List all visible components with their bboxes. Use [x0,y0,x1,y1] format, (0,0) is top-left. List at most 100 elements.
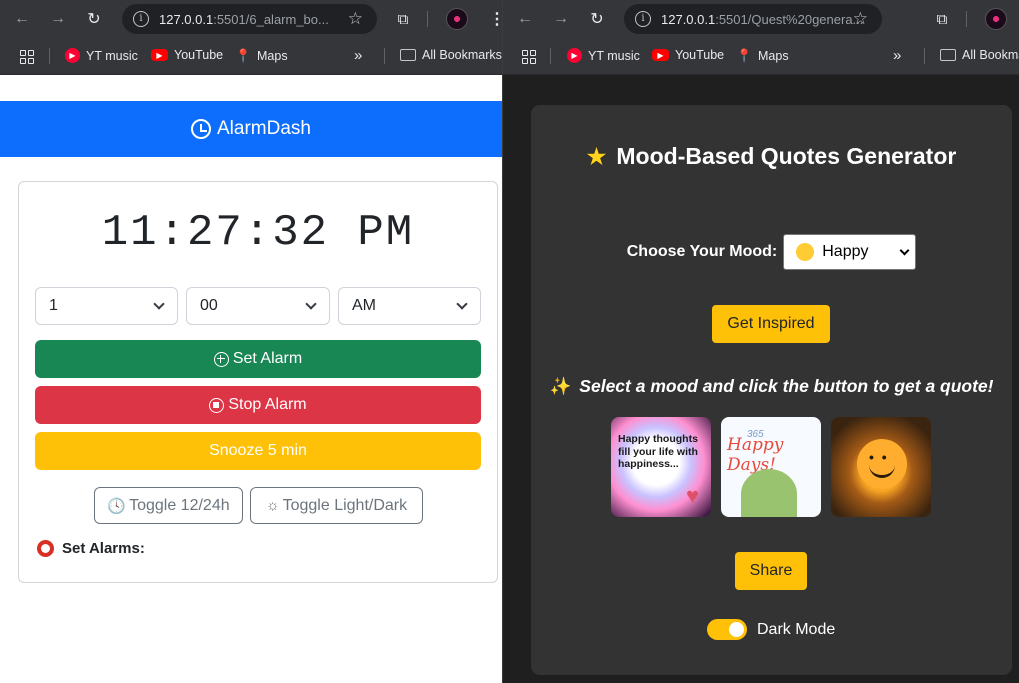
browser-toolbar: ← → ↻ i 127.0.0.1 :5501/6_alarm_bo... ☆ … [0,0,502,38]
profile-avatar[interactable] [985,8,1007,30]
youtube-icon: ▶ [652,49,669,61]
apps-grid-icon[interactable] [20,50,34,64]
chevron-down-icon [899,245,910,256]
back-icon[interactable]: ← [513,7,537,31]
site-info-icon[interactable]: i [133,11,149,27]
profile-avatar[interactable] [446,8,468,30]
site-info-icon[interactable]: i [635,11,651,27]
address-bar[interactable]: i 127.0.0.1 :5501/Quest%20genera... ☆ [624,4,882,34]
bookmark-all-bookmarks[interactable]: All Bookmarks [400,48,502,62]
quotes-card: ★ Mood-Based Quotes Generator Choose You… [531,105,1012,675]
dark-mode-row: Dark Mode [707,619,835,640]
set-alarms-label: Set Alarms: [62,540,145,557]
alarm-card: 11:27:32 PM 1 00 AM Set Alarm Stop Alarm [18,181,498,583]
bookmark-label: Maps [257,48,288,63]
page-title-text: Mood-Based Quotes Generator [616,143,957,169]
url-path: :5501/Quest%20genera... [715,11,864,27]
bookmark-yt-music[interactable]: ▶ YT music [65,48,138,63]
snooze-button[interactable]: Snooze 5 min [35,432,481,470]
bookmarks-divider [384,48,385,64]
yt-music-icon: ▶ [65,48,80,63]
ampm-select-value: AM [352,297,376,314]
address-bar[interactable]: i 127.0.0.1 :5501/6_alarm_bo... ☆ [122,4,377,34]
apps-grid-icon[interactable] [522,50,536,64]
set-alarm-button[interactable]: Set Alarm [35,340,481,378]
bookmark-label: All Bookmarks [422,48,502,62]
mood-label: Choose Your Mood: [626,243,778,260]
share-button[interactable]: Share [735,552,807,590]
quote-hint-text: Select a mood and click the button to ge… [579,376,994,396]
minute-select-value: 00 [200,297,218,314]
toolbar-divider [966,11,967,27]
heart-icon: ♥ [685,483,699,508]
mood-image-smiley-ball[interactable] [831,417,931,517]
toggle-12-24-button[interactable]: 🕓 Toggle 12/24h [94,487,243,524]
set-alarms-heading: Set Alarms: [37,540,145,557]
bookmark-star-icon[interactable]: ☆ [853,9,868,29]
mood-row: Choose Your Mood: Happy [531,234,1012,270]
bookmark-star-icon[interactable]: ☆ [348,9,363,29]
hour-select[interactable]: 1 [35,287,178,325]
mood-select[interactable]: Happy [783,234,917,270]
right-browser-window: ← → ↻ i 127.0.0.1 :5501/Quest%20genera..… [503,0,1019,683]
mood-image-happy-days[interactable]: 365 Happy Days! [721,417,821,517]
back-icon[interactable]: ← [10,7,34,31]
clock-display: 11:27:32 PM [101,208,415,258]
folder-icon [400,49,416,61]
bookmark-yt-music[interactable]: ▶ YT music [567,48,640,63]
bookmark-all-bookmarks[interactable]: All Bookmarks [940,48,1019,62]
url-path: :5501/6_alarm_bo... [213,11,329,27]
smiley-face-illustration [857,439,907,489]
navbar: AlarmDash [0,101,502,157]
dark-mode-toggle[interactable] [707,619,747,640]
reload-icon[interactable]: ↻ [82,7,106,31]
mood-image-happy-thoughts[interactable]: Happy thoughts fill your life with happi… [611,417,711,517]
brand-title[interactable]: AlarmDash [217,118,311,140]
extensions-icon[interactable]: ⧉ [393,9,413,29]
extensions-icon[interactable]: ⧉ [932,9,952,29]
chevron-down-icon [456,298,468,310]
forward-icon[interactable]: → [549,7,573,31]
image-caption: Happy thoughts fill your life with happi… [618,433,698,470]
smiley-icon [796,243,815,261]
ampm-select[interactable]: AM [338,287,481,325]
youtube-icon: ▶ [151,49,168,61]
bookmark-label: YouTube [174,48,224,62]
bookmarks-bar: ▶ YT music ▶ YouTube 📍 Maps » All Bookmarks [503,38,1019,75]
left-browser-window: ← → ↻ i 127.0.0.1 :5501/6_alarm_bo... ☆ … [0,0,502,683]
menu-kebab-icon[interactable]: ⋮ [489,9,502,29]
snooze-label: Snooze 5 min [209,442,307,459]
bookmark-maps[interactable]: 📍 Maps [736,48,788,63]
page-title: ★ Mood-Based Quotes Generator [531,143,1012,170]
bookmark-maps[interactable]: 📍 Maps [235,47,288,63]
star-icon: ★ [586,143,607,169]
get-inspired-label: Get Inspired [727,315,815,332]
toggle-format-label: Toggle 12/24h [129,496,230,514]
alarm-clock-icon [37,540,54,557]
bookmarks-bar: ▶ YT music ▶ YouTube 📍 Maps » All Bookmarks [0,38,502,75]
bookmark-youtube[interactable]: ▶ YouTube [151,48,223,62]
forward-icon[interactable]: → [46,7,70,31]
reload-icon[interactable]: ↻ [585,7,609,31]
bookmarks-divider [49,48,50,64]
bookmarks-divider [924,48,925,64]
sparkles-icon: ✨ [549,376,572,396]
alarm-clock-icon [191,119,211,139]
get-inspired-button[interactable]: Get Inspired [712,305,830,343]
chevron-down-icon [153,298,165,310]
set-alarm-label: Set Alarm [232,350,303,367]
more-bookmarks-chevron-icon[interactable]: » [354,47,362,64]
toggle-theme-button[interactable]: ☼ Toggle Light/Dark [250,487,423,524]
hill-illustration [741,469,797,517]
minute-select[interactable]: 00 [186,287,330,325]
stop-alarm-button[interactable]: Stop Alarm [35,386,481,424]
bookmark-youtube[interactable]: ▶ YouTube [652,48,724,62]
dark-mode-label: Dark Mode [757,620,836,638]
clock-icon: 🕓 [107,497,127,515]
mood-select-value: Happy [822,243,869,260]
url-host: 127.0.0.1 [661,11,716,27]
toggle-theme-label: Toggle Light/Dark [282,496,408,514]
more-bookmarks-chevron-icon[interactable]: » [893,47,901,64]
maps-pin-icon: 📍 [235,47,252,63]
stop-alarm-label: Stop Alarm [228,396,307,413]
